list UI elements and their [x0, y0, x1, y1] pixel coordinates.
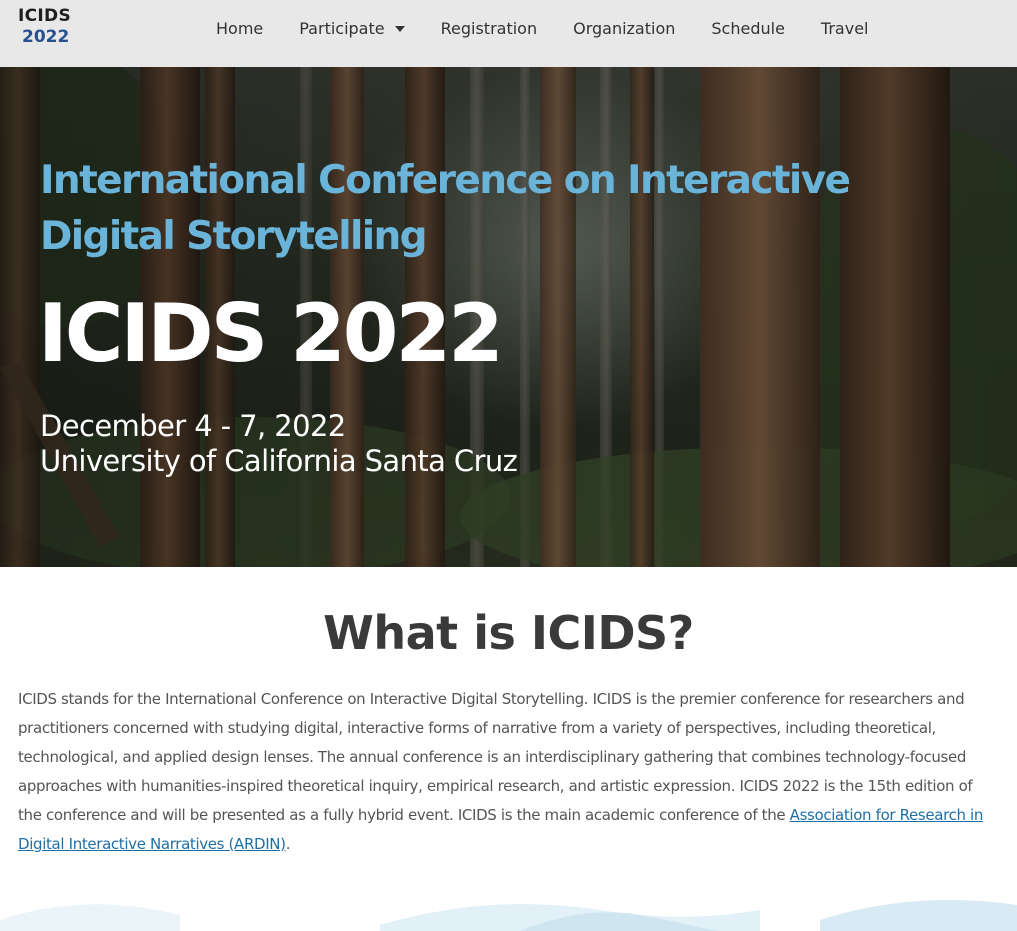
nav-label: Participate	[299, 19, 385, 38]
chevron-down-icon	[394, 25, 405, 32]
nav-item-registration[interactable]: Registration	[423, 19, 555, 38]
nav-label: Home	[216, 19, 264, 38]
site-logo[interactable]: ICIDS 2022	[18, 8, 78, 46]
conference-full-name: International Conference on Interactive …	[40, 158, 851, 259]
decorative-bottom-waves	[0, 900, 1017, 931]
hero-title: ICIDS 2022	[38, 287, 504, 380]
hero-banner: International Conference on Interactive …	[0, 67, 1017, 567]
nav-item-participate[interactable]: Participate	[281, 19, 422, 38]
site-header: ICIDS 2022 Home Participate Registration…	[0, 0, 1017, 67]
event-dates: December 4 - 7, 2022	[40, 409, 346, 443]
nav-label: Organization	[573, 19, 676, 38]
about-trailing-punctuation: .	[285, 835, 291, 853]
nav-item-travel[interactable]: Travel	[803, 19, 887, 38]
nav-item-organization[interactable]: Organization	[555, 19, 693, 38]
about-paragraph: ICIDS stands for the International Confe…	[18, 685, 993, 859]
nav-label: Travel	[820, 19, 869, 38]
main-nav: Home Participate Registration Organizati…	[198, 0, 886, 57]
nav-item-home[interactable]: Home	[198, 19, 281, 38]
event-venue: University of California Santa Cruz	[40, 444, 518, 478]
about-heading: What is ICIDS?	[323, 606, 694, 660]
nav-label: Schedule	[711, 19, 785, 38]
nav-label: Registration	[440, 19, 538, 38]
logo-text-year: 2022	[22, 27, 70, 47]
about-text: ICIDS stands for the International Confe…	[18, 690, 973, 824]
nav-item-schedule[interactable]: Schedule	[693, 19, 803, 38]
logo-text-top: ICIDS	[18, 6, 71, 26]
